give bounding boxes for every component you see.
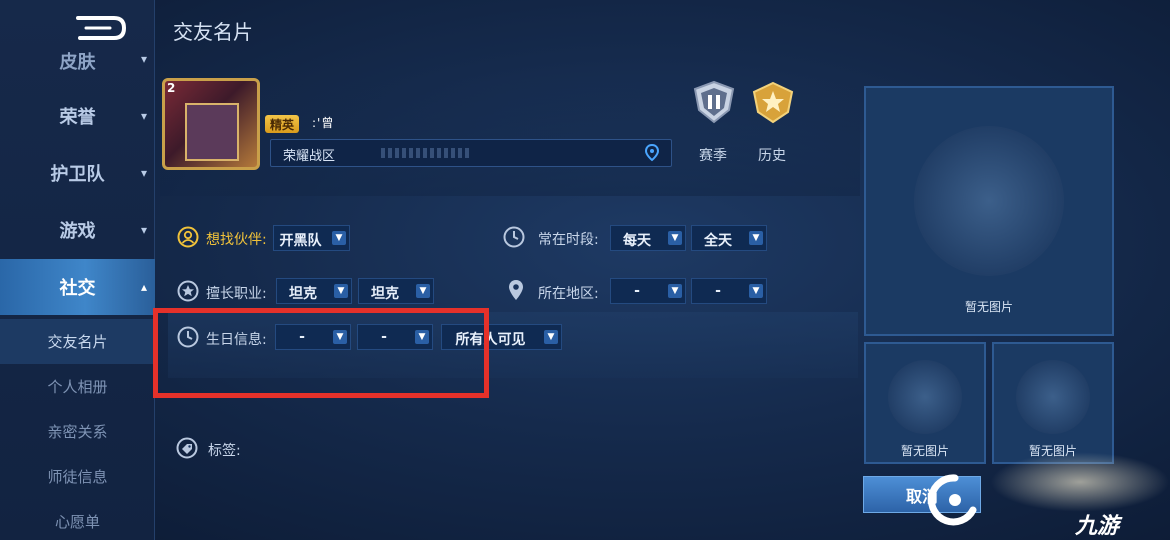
blurred-server-info [381, 148, 471, 158]
role-label: 擅长职业: [206, 286, 267, 302]
sidebar-item-guard-team[interactable]: 护卫队 ▾ [0, 145, 155, 201]
main-photo-slot[interactable]: 暂无图片 [864, 86, 1114, 336]
sidebar-item-skin[interactable]: 皮肤 ▾ [0, 44, 155, 74]
watermark-glow [990, 452, 1170, 512]
chevron-down-icon: ▾ [140, 166, 147, 180]
role-primary-select[interactable]: 坦克 ▼ [276, 278, 352, 304]
sidebar-item-game[interactable]: 游戏 ▾ [0, 202, 155, 258]
photo-slot-2[interactable]: 暂无图片 [992, 342, 1114, 464]
select-value: - [715, 283, 721, 299]
history-label[interactable]: 历史 [758, 145, 786, 165]
select-value: 坦克 [371, 286, 399, 302]
player-name: :'曾 [312, 116, 335, 130]
sidebar-item-label: 游戏 [59, 221, 96, 242]
online-days-select[interactable]: 每天 ▼ [610, 225, 686, 251]
chevron-down-icon: ▼ [749, 231, 763, 245]
server-label: 荣耀战区 [283, 149, 336, 164]
star-role-icon [177, 280, 199, 302]
chevron-down-icon: ▼ [544, 330, 558, 344]
back-arrow-icon[interactable] [70, 12, 130, 46]
partner-select[interactable]: 开黑队 ▼ [273, 225, 350, 251]
page-title: 交友名片 [173, 20, 253, 44]
sidebar-subitem-wishlist[interactable]: 心愿单 [0, 499, 155, 540]
server-field[interactable]: 荣耀战区 [270, 139, 672, 167]
chevron-down-icon: ▼ [749, 284, 763, 298]
placeholder-character-image [888, 360, 962, 434]
tag-icon [176, 437, 198, 459]
season-label[interactable]: 赛季 [699, 145, 727, 165]
chevron-down-icon: ▾ [140, 223, 147, 237]
sidebar-subitem-friend-card[interactable]: 交友名片 [0, 319, 155, 364]
season-ii-shield-icon[interactable] [691, 80, 737, 124]
chevron-down-icon: ▼ [332, 231, 346, 245]
sidebar-item-honor[interactable]: 荣誉 ▾ [0, 88, 155, 144]
sidebar-item-label: 荣誉 [59, 107, 96, 128]
sidebar-item-label: 皮肤 [59, 52, 96, 73]
sidebar-subitem-album[interactable]: 个人相册 [0, 364, 155, 409]
sidebar-subitem-intimacy[interactable]: 亲密关系 [0, 409, 155, 454]
region-province-select[interactable]: - ▼ [610, 278, 686, 304]
avatar[interactable]: 2 [162, 78, 260, 170]
placeholder-character-image [1016, 360, 1090, 434]
photo-slot-label: 暂无图片 [900, 444, 949, 458]
select-value: 全天 [704, 233, 732, 249]
level-badge: 2 [167, 81, 176, 95]
chevron-up-icon: ▴ [140, 280, 147, 294]
online-time-label: 常在时段: [538, 232, 599, 248]
watermark-text: 九游 [1075, 514, 1120, 539]
chevron-down-icon: ▼ [668, 284, 682, 298]
chevron-down-icon: ▼ [416, 284, 430, 298]
photo-slot-1[interactable]: 暂无图片 [864, 342, 986, 464]
select-value: 每天 [623, 233, 651, 249]
chevron-down-icon: ▾ [140, 52, 147, 66]
location-pin-icon [509, 280, 523, 300]
tags-label: 标签: [208, 443, 241, 459]
region-city-select[interactable]: - ▼ [691, 278, 767, 304]
rank-badge: 精英 [265, 115, 300, 133]
sidebar-item-social[interactable]: 社交 ▴ [0, 259, 155, 315]
select-value: - [634, 283, 640, 299]
chevron-down-icon: ▼ [334, 284, 348, 298]
partner-search-icon [177, 226, 199, 248]
online-hours-select[interactable]: 全天 ▼ [691, 225, 767, 251]
chevron-down-icon: ▼ [668, 231, 682, 245]
location-pin-icon[interactable] [643, 144, 661, 162]
role-secondary-select[interactable]: 坦克 ▼ [358, 278, 434, 304]
sidebar-item-label: 护卫队 [50, 164, 105, 185]
avatar-image [185, 103, 239, 161]
placeholder-character-image [914, 126, 1064, 276]
select-value: 开黑队 [279, 233, 322, 249]
region-label: 所在地区: [538, 286, 599, 302]
sidebar: 皮肤 ▾ 荣誉 ▾ 护卫队 ▾ 游戏 ▾ 社交 ▴ 交友名片 个人相册 亲密关系… [0, 0, 155, 540]
select-value: 坦克 [289, 286, 317, 302]
main-photo-label: 暂无图片 [964, 300, 1013, 314]
chevron-down-icon: ▾ [140, 109, 147, 123]
partner-label: 想找伙伴: [206, 232, 267, 248]
watermark-logo-icon [928, 474, 977, 526]
sidebar-item-label: 社交 [59, 278, 96, 299]
sidebar-subitem-mentor[interactable]: 师徒信息 [0, 454, 155, 499]
gold-star-badge-icon[interactable] [750, 80, 796, 124]
highlight-annotation-box [153, 308, 489, 398]
clock-icon [503, 226, 525, 248]
